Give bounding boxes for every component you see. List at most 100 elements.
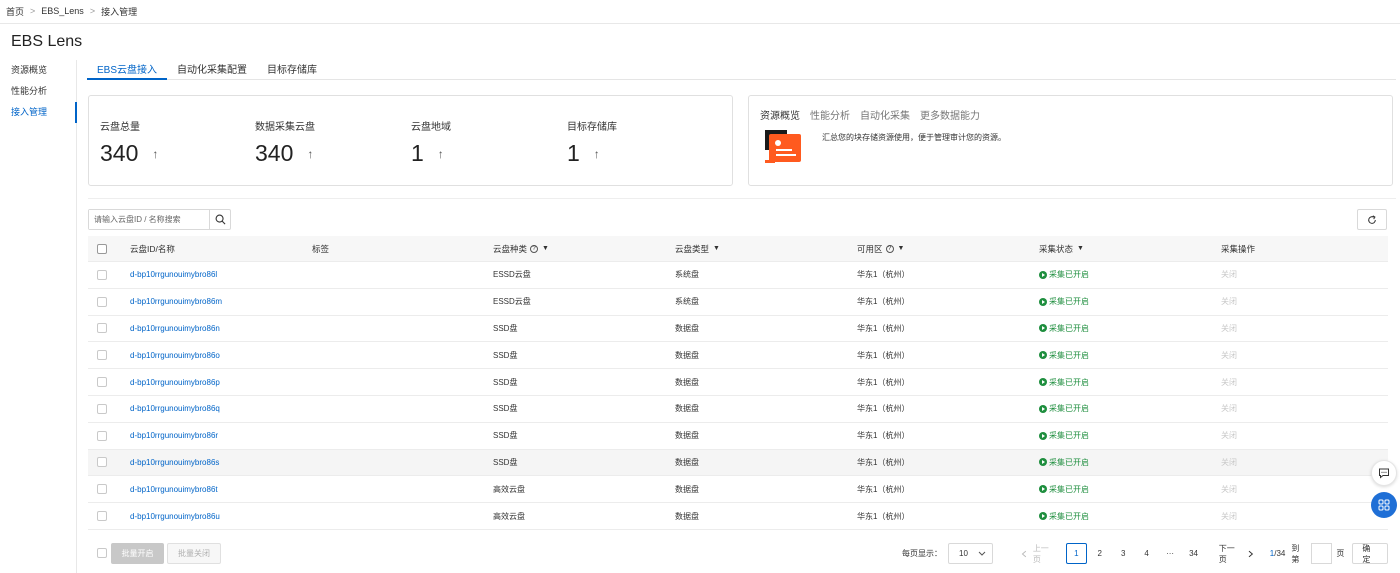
table-row[interactable]: d-bp10rrgunouimybro86s SSD盘 数据盘 华东1（杭州） 采集已开… (88, 449, 1388, 477)
sidebar-item-performance[interactable]: 性能分析 (0, 81, 76, 102)
disk-id-link[interactable]: d-bp10rrgunouimybro86p (130, 369, 220, 395)
tab-bar: EBS云盘接入 自动化采集配置 目标存储库 (87, 57, 1396, 80)
page-size-select[interactable]: 10 (948, 543, 993, 564)
header-status[interactable]: 采集状态 ▼ (1039, 236, 1084, 261)
collection-status: 采集已开启 (1039, 369, 1089, 395)
disk-id-link[interactable]: d-bp10rrgunouimybro86m (130, 289, 222, 315)
table-row[interactable]: d-bp10rrgunouimybro86u 高效云盘 数据盘 华东1（杭州） 采集已开… (88, 503, 1388, 530)
page-2-button[interactable]: 2 (1090, 543, 1110, 564)
disable-collection-link[interactable]: 关闭 (1221, 289, 1237, 315)
disk-id-link[interactable]: d-bp10rrgunouimybro86u (130, 503, 220, 529)
table-row[interactable]: d-bp10rrgunouimybro86o SSD盘 数据盘 华东1（杭州） 采集已开… (88, 342, 1388, 370)
search-input[interactable] (89, 210, 209, 229)
table-row[interactable]: d-bp10rrgunouimybro86p SSD盘 数据盘 华东1（杭州） 采集已开… (88, 369, 1388, 396)
disable-collection-link[interactable]: 关闭 (1221, 396, 1237, 422)
status-running-icon (1039, 458, 1047, 467)
disable-collection-link[interactable]: 关闭 (1221, 342, 1237, 368)
prev-page-button[interactable]: 上一页 (1021, 543, 1056, 565)
page-unit-label: 页 (1336, 549, 1345, 558)
page-ellipsis[interactable]: ··· (1160, 543, 1180, 564)
caret-down-icon[interactable]: ▼ (542, 245, 549, 252)
breadcrumb-home[interactable]: 首页 (6, 5, 24, 18)
table-row[interactable]: d-bp10rrgunouimybro86n SSD盘 数据盘 华东1（杭州） 采集已开… (88, 316, 1388, 343)
disk-id-link[interactable]: d-bp10rrgunouimybro86r (130, 423, 218, 449)
disk-id-link[interactable]: d-bp10rrgunouimybro86o (130, 342, 220, 368)
refresh-button[interactable] (1357, 209, 1387, 230)
disk-type: 数据盘 (675, 377, 699, 387)
breadcrumb-ebs-lens[interactable]: EBS_Lens (41, 6, 84, 16)
row-checkbox[interactable] (97, 323, 107, 334)
goto-page-input[interactable] (1310, 543, 1333, 564)
tab-ebs-disk-access[interactable]: EBS云盘接入 (87, 57, 168, 80)
sidebar-item-access-management[interactable]: 接入管理 (0, 102, 77, 123)
collection-status: 采集已开启 (1039, 503, 1089, 529)
info-tab-auto-collect[interactable]: 自动化采集 (860, 107, 910, 122)
tab-auto-collection[interactable]: 自动化采集配置 (167, 57, 257, 80)
header-zone[interactable]: 可用区 ? ▼ (857, 236, 904, 261)
info-tab-performance[interactable]: 性能分析 (810, 107, 850, 122)
caret-down-icon[interactable]: ▼ (713, 245, 720, 252)
disable-collection-link[interactable]: 关闭 (1221, 262, 1237, 288)
stat-total-disks: 云盘总量 340 ↑ (100, 118, 158, 167)
disable-collection-link[interactable]: 关闭 (1221, 316, 1237, 342)
info-tab-overview[interactable]: 资源概览 (760, 107, 800, 122)
header-type[interactable]: 云盘类型 ▼ (675, 236, 720, 261)
table-row[interactable]: d-bp10rrgunouimybro86l ESSD云盘 系统盘 华东1（杭州） 采集… (88, 262, 1388, 289)
page-34-button[interactable]: 34 (1183, 543, 1203, 564)
row-checkbox[interactable] (97, 511, 107, 522)
row-checkbox[interactable] (97, 430, 107, 441)
row-checkbox[interactable] (97, 269, 107, 280)
disable-collection-link[interactable]: 关闭 (1221, 369, 1237, 395)
status-running-icon (1039, 270, 1047, 279)
caret-down-icon[interactable]: ▼ (898, 245, 905, 252)
page-1-button[interactable]: 1 (1066, 543, 1087, 564)
disk-category: SSD盘 (493, 457, 518, 467)
page-size-control: 每页显示： 10 (902, 543, 993, 564)
table-row[interactable]: d-bp10rrgunouimybro86r SSD盘 数据盘 华东1（杭州） 采集已开… (88, 423, 1388, 450)
page-3-button[interactable]: 3 (1113, 543, 1133, 564)
row-checkbox[interactable] (97, 484, 107, 495)
page-4-button[interactable]: 4 (1136, 543, 1156, 564)
disk-id-link[interactable]: d-bp10rrgunouimybro86s (130, 450, 219, 476)
collection-status-text: 采集已开启 (1049, 323, 1089, 333)
row-checkbox[interactable] (97, 296, 107, 307)
footer-select-all-checkbox[interactable] (97, 548, 107, 558)
sidebar-item-resource-overview[interactable]: 资源概览 (0, 60, 76, 81)
disable-collection-link[interactable]: 关闭 (1221, 423, 1237, 449)
row-checkbox[interactable] (97, 403, 107, 414)
caret-down-icon[interactable]: ▼ (1077, 245, 1084, 252)
disk-type: 数据盘 (675, 323, 699, 333)
disk-id-link[interactable]: d-bp10rrgunouimybro86l (130, 262, 217, 288)
bulk-disable-button[interactable]: 批量关闭 (167, 543, 221, 564)
next-page-button[interactable]: 下一页 (1219, 543, 1254, 565)
disable-collection-link[interactable]: 关闭 (1221, 503, 1237, 529)
tab-target-repository[interactable]: 目标存储库 (257, 57, 327, 80)
arrow-up-icon: ↑ (437, 146, 444, 161)
help-icon[interactable]: ? (885, 244, 894, 253)
row-checkbox[interactable] (97, 457, 107, 468)
table-row[interactable]: d-bp10rrgunouimybro86q SSD盘 数据盘 华东1（杭州） 采集已开… (88, 396, 1388, 423)
stat-value: 340 (100, 140, 139, 166)
apps-float-button[interactable] (1371, 492, 1397, 518)
disk-zone: 华东1（杭州） (857, 270, 910, 280)
row-checkbox[interactable] (97, 377, 107, 388)
header-category[interactable]: 云盘种类 ? ▼ (493, 236, 549, 261)
disable-collection-link[interactable]: 关闭 (1221, 476, 1237, 502)
row-checkbox[interactable] (97, 350, 107, 361)
disk-id-link[interactable]: d-bp10rrgunouimybro86q (130, 396, 220, 422)
info-tab-more[interactable]: 更多数据能力 (920, 107, 980, 122)
bulk-enable-button[interactable]: 批量开启 (111, 543, 164, 564)
help-icon[interactable]: ? (530, 244, 539, 253)
feedback-button[interactable] (1371, 460, 1397, 486)
search-box (88, 209, 231, 230)
goto-confirm-button[interactable]: 确定 (1352, 543, 1388, 564)
collection-status: 采集已开启 (1039, 450, 1089, 476)
disable-collection-link[interactable]: 关闭 (1221, 450, 1237, 476)
disk-id-link[interactable]: d-bp10rrgunouimybro86t (130, 476, 218, 502)
disk-id-link[interactable]: d-bp10rrgunouimybro86n (130, 316, 220, 342)
header-divider (0, 23, 1400, 24)
table-row[interactable]: d-bp10rrgunouimybro86t 高效云盘 数据盘 华东1（杭州） 采集已开… (88, 476, 1388, 504)
table-row[interactable]: d-bp10rrgunouimybro86m ESSD云盘 系统盘 华东1（杭州） 采集… (88, 289, 1388, 316)
select-all-checkbox[interactable] (97, 243, 107, 254)
search-button[interactable] (209, 210, 230, 229)
